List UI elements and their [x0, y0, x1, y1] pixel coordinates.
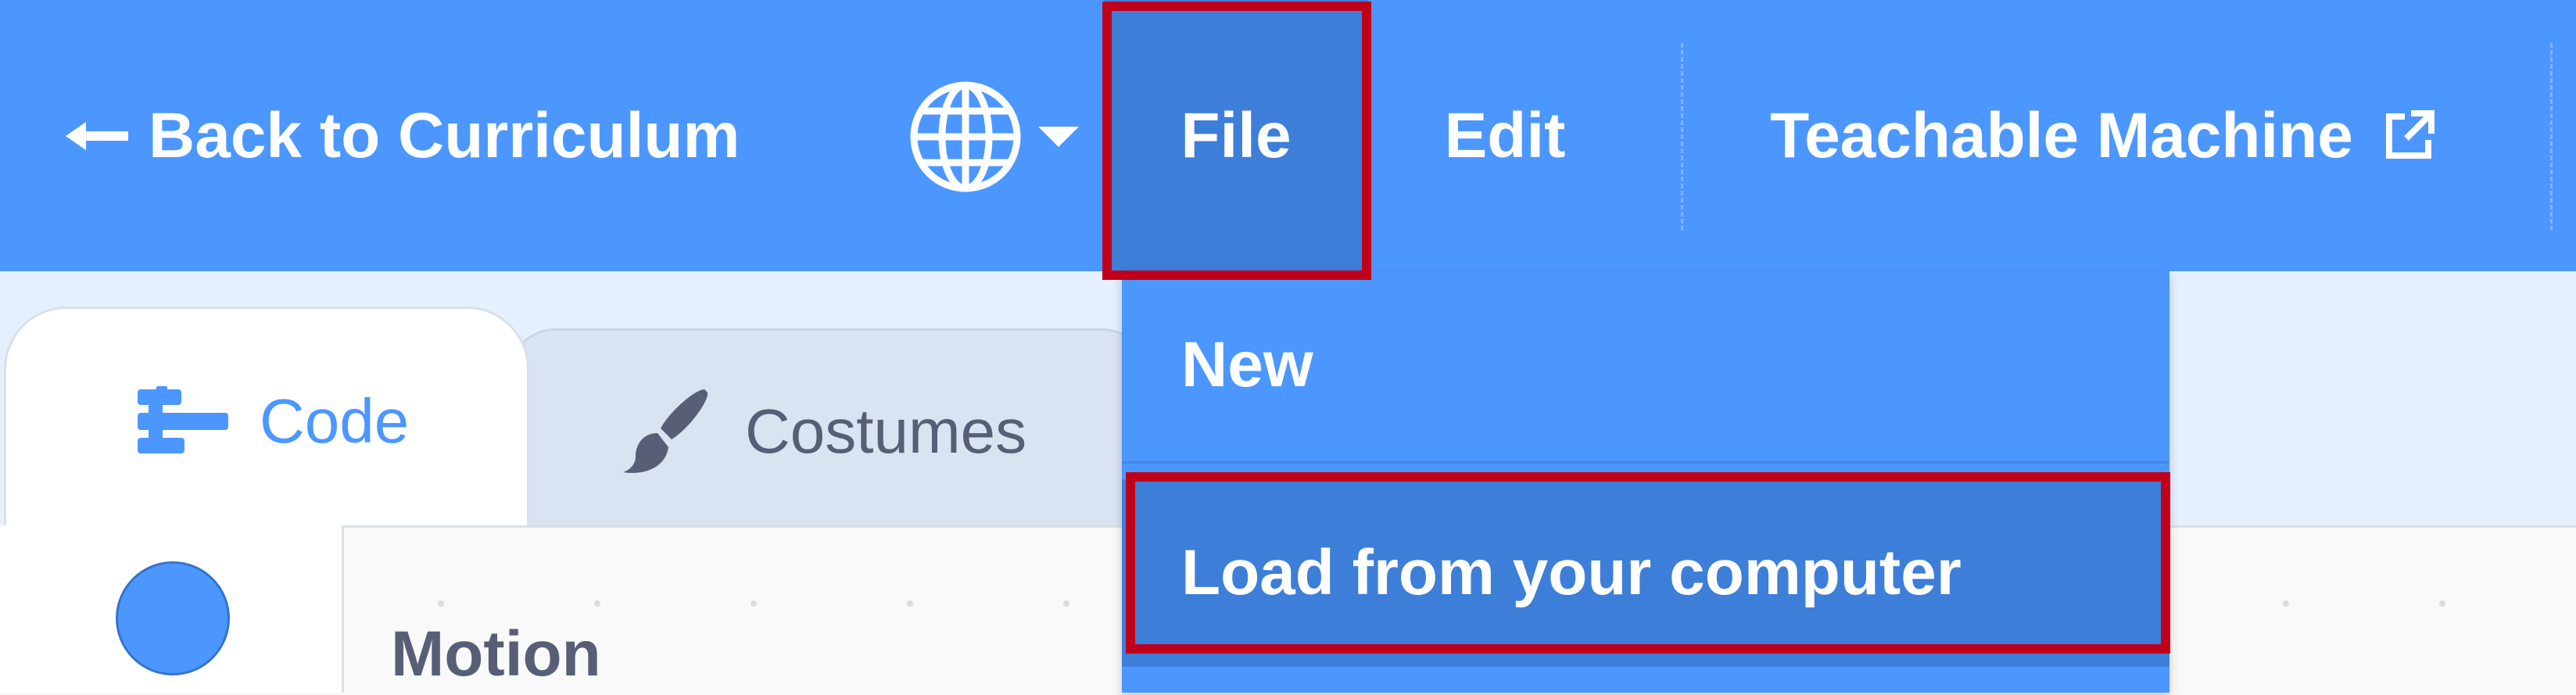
edit-menu[interactable]: Edit — [1392, 0, 1618, 271]
file-dropdown-menu: New Load from your computer — [1122, 271, 2169, 693]
external-link-icon — [2385, 109, 2434, 159]
menu-divider — [1681, 43, 1683, 231]
menu-item-new-label: New — [1181, 329, 1313, 400]
tab-costumes[interactable]: Costumes — [508, 328, 1149, 532]
motion-category-button[interactable] — [116, 561, 230, 675]
tab-code[interactable]: Code — [4, 306, 529, 533]
grid-dot — [2439, 600, 2445, 607]
teachable-machine-label: Teachable Machine — [1770, 99, 2353, 171]
teachable-machine-link[interactable]: Teachable Machine — [1720, 0, 2486, 271]
menu-divider — [2550, 43, 2553, 231]
menu-item-load-from-computer[interactable]: Load from your computer — [1122, 479, 2169, 667]
motion-category-heading: Motion — [391, 618, 601, 690]
menu-bar: Back to Curriculum File Edit Teachable M… — [0, 0, 2576, 271]
chevron-down-icon — [1038, 127, 1079, 147]
file-menu-label: File — [1181, 99, 1292, 171]
back-to-curriculum-link[interactable]: Back to Curriculum — [66, 0, 740, 271]
grid-dot — [907, 600, 913, 607]
tab-costumes-label: Costumes — [745, 396, 1027, 466]
grid-dot — [1063, 600, 1069, 607]
grid-dot — [2283, 600, 2289, 607]
grid-dot — [438, 600, 444, 607]
language-menu[interactable] — [907, 78, 1095, 195]
edit-menu-label: Edit — [1444, 99, 1566, 171]
grid-dot — [751, 600, 757, 607]
arrow-left-icon — [66, 121, 128, 150]
grid-dot — [594, 600, 600, 607]
tab-code-label: Code — [260, 385, 410, 456]
file-menu[interactable]: File — [1104, 0, 1368, 271]
paintbrush-icon — [623, 389, 708, 473]
menu-separator — [1122, 461, 2169, 464]
back-link-label: Back to Curriculum — [149, 99, 740, 171]
code-blocks-icon — [138, 385, 228, 453]
globe-icon — [910, 81, 1021, 192]
menu-item-new[interactable]: New — [1122, 271, 2169, 459]
menu-item-load-label: Load from your computer — [1181, 537, 1962, 608]
